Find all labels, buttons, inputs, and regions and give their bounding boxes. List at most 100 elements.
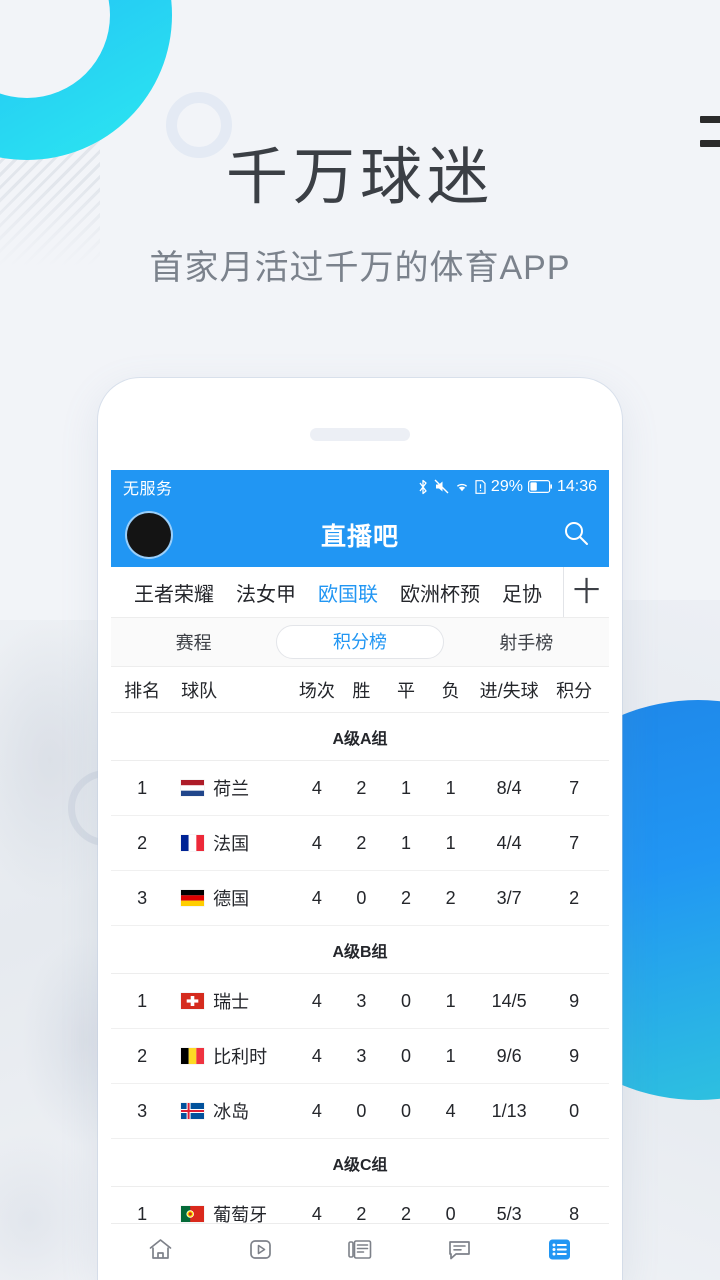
cell-goals: 3/7 xyxy=(496,887,522,908)
group-header-row: A级B组 xyxy=(111,926,609,974)
cell-win: 0 xyxy=(356,887,367,908)
cell-win: 3 xyxy=(356,990,367,1011)
cell-win: 2 xyxy=(356,832,367,853)
app-bar: 直播吧 xyxy=(111,503,609,567)
table-header-row: 排名 球队 场次 胜 平 负 进/失球 积分 xyxy=(111,667,609,713)
cell-team: 瑞士 xyxy=(167,988,294,1014)
team-name: 德国 xyxy=(213,889,250,909)
cell-draw: 0 xyxy=(401,1100,412,1121)
category-tab-bar: 王者荣耀 法女甲 欧国联 欧洲杯预 足协 十 xyxy=(111,567,609,617)
cell-points: 9 xyxy=(569,990,580,1011)
category-tab-3[interactable]: 欧洲杯预 xyxy=(389,578,491,607)
status-icons: 29% 14:36 xyxy=(418,478,597,496)
mute-icon xyxy=(434,479,449,494)
header-draw: 平 xyxy=(397,680,416,701)
cell-rank: 2 xyxy=(137,1045,148,1066)
nav-item-standings[interactable] xyxy=(531,1232,587,1272)
avatar[interactable] xyxy=(127,513,171,557)
cell-team: 法国 xyxy=(167,830,294,856)
category-tab-0[interactable]: 王者荣耀 xyxy=(123,578,225,607)
segmented-control: 赛程 积分榜 射手榜 xyxy=(111,617,609,667)
cell-win: 0 xyxy=(356,1100,367,1121)
segment-standings[interactable]: 积分榜 xyxy=(276,625,444,659)
category-tab-4[interactable]: 足协 xyxy=(491,578,553,607)
standings-table-body: A级A组 1 荷兰 4 2 1 1 8/4 7 2 法国 4 2 1 1 4/4 7 3 德国 4 0 2 2 3/7 2 A级B… xyxy=(111,713,609,1242)
chat-icon xyxy=(446,1236,473,1268)
cell-draw: 0 xyxy=(401,1045,412,1066)
nav-item-home[interactable] xyxy=(133,1232,189,1272)
carrier-label: 无服务 xyxy=(123,480,173,498)
group-header-row: A级C组 xyxy=(111,1139,609,1187)
cell-played: 4 xyxy=(311,1045,322,1066)
search-button[interactable] xyxy=(559,518,593,552)
cell-team: 德国 xyxy=(167,885,294,911)
cell-lose: 1 xyxy=(445,832,456,853)
bottom-navigation xyxy=(111,1223,609,1280)
switzerland-flag xyxy=(181,993,205,1009)
netherlands-flag xyxy=(181,780,205,796)
cell-played: 4 xyxy=(311,990,322,1011)
team-name: 瑞士 xyxy=(213,992,250,1012)
phone-mockup: 无服务 29% 14:36 直播吧 王者荣耀 法女甲 欧国联 欧洲杯预 足协 十… xyxy=(98,378,622,1280)
table-row[interactable]: 1 瑞士 4 3 0 1 14/5 9 xyxy=(111,974,609,1029)
page-title: 直播吧 xyxy=(320,523,399,551)
segment-scorers[interactable]: 射手榜 xyxy=(444,624,609,660)
table-row[interactable]: 1 荷兰 4 2 1 1 8/4 7 xyxy=(111,761,609,816)
cell-lose: 1 xyxy=(445,1045,456,1066)
nav-item-chat[interactable] xyxy=(432,1232,488,1272)
cell-win: 3 xyxy=(356,1045,367,1066)
hero-title: 千万球迷 xyxy=(225,143,494,212)
header-win: 胜 xyxy=(352,680,371,701)
cell-draw: 2 xyxy=(401,1203,412,1224)
cell-team: 荷兰 xyxy=(167,775,294,801)
cell-played: 4 xyxy=(311,832,322,853)
cell-draw: 2 xyxy=(401,887,412,908)
cell-draw: 1 xyxy=(401,832,412,853)
plus-icon: 十 xyxy=(573,576,600,607)
cell-rank: 1 xyxy=(137,990,148,1011)
search-icon xyxy=(562,519,590,552)
header-goals: 进/失球 xyxy=(479,680,539,701)
cell-lose: 1 xyxy=(445,777,456,798)
category-tab-1[interactable]: 法女甲 xyxy=(225,578,307,607)
status-bar: 无服务 29% 14:36 xyxy=(111,470,609,503)
cell-rank: 1 xyxy=(137,1203,148,1224)
cell-goals: 4/4 xyxy=(496,832,522,853)
list-icon xyxy=(546,1236,573,1268)
table-row[interactable]: 2 法国 4 2 1 1 4/4 7 xyxy=(111,816,609,871)
news-icon xyxy=(346,1236,374,1268)
cell-played: 4 xyxy=(311,1203,322,1224)
clock-label: 14:36 xyxy=(556,477,597,495)
cell-goals: 14/5 xyxy=(491,990,527,1011)
cell-lose: 0 xyxy=(445,1203,456,1224)
germany-flag xyxy=(181,890,205,906)
cell-rank: 3 xyxy=(137,887,148,908)
add-tab-button[interactable]: 十 xyxy=(563,567,609,617)
nav-item-video[interactable] xyxy=(232,1232,288,1272)
cell-rank: 2 xyxy=(137,832,148,853)
cell-rank: 1 xyxy=(137,777,148,798)
table-row[interactable]: 2 比利时 4 3 0 1 9/6 9 xyxy=(111,1029,609,1084)
cell-points: 9 xyxy=(569,1045,580,1066)
cell-goals: 9/6 xyxy=(496,1045,522,1066)
phone-screen: 无服务 29% 14:36 直播吧 王者荣耀 法女甲 欧国联 欧洲杯预 足协 十… xyxy=(111,470,609,1280)
nav-item-news[interactable] xyxy=(332,1232,388,1272)
header-team: 球队 xyxy=(181,680,218,701)
team-name: 冰岛 xyxy=(213,1102,250,1122)
segment-schedule[interactable]: 赛程 xyxy=(111,624,276,660)
belgium-flag xyxy=(181,1048,205,1064)
cell-win: 2 xyxy=(356,777,367,798)
cell-points: 8 xyxy=(569,1203,580,1224)
cell-draw: 0 xyxy=(401,990,412,1011)
cell-points: 2 xyxy=(569,887,580,908)
header-points: 积分 xyxy=(556,680,593,701)
table-row[interactable]: 3 冰岛 4 0 0 4 1/13 0 xyxy=(111,1084,609,1139)
cell-played: 4 xyxy=(311,887,322,908)
hero-subtitle: 首家月活过千万的体育APP xyxy=(149,249,571,287)
table-row[interactable]: 3 德国 4 0 2 2 3/7 2 xyxy=(111,871,609,926)
portugal-flag xyxy=(181,1206,205,1222)
category-tab-2[interactable]: 欧国联 xyxy=(307,578,389,607)
cell-goals: 1/13 xyxy=(491,1100,527,1121)
cell-rank: 3 xyxy=(137,1100,148,1121)
cell-goals: 8/4 xyxy=(496,777,522,798)
